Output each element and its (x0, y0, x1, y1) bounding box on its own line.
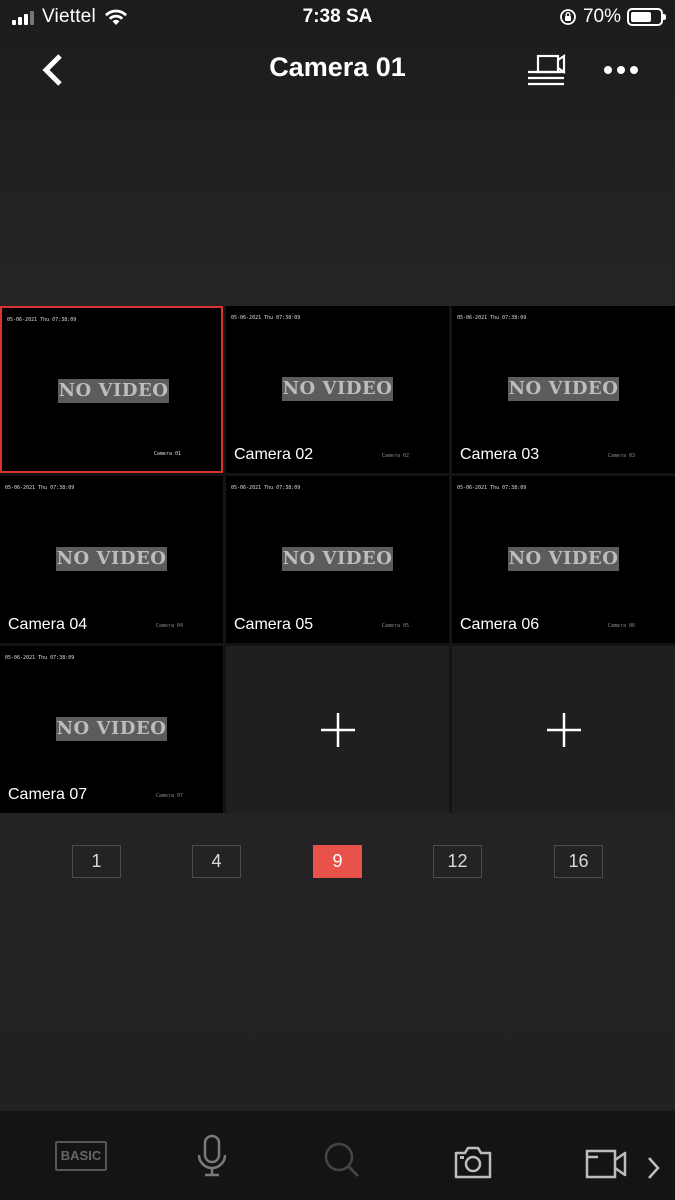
camera-icon[interactable] (453, 1137, 493, 1187)
camera-label: Camera 04 (8, 616, 88, 633)
osd-timestamp: 05-06-2021 Thu 07:38:09 (231, 315, 301, 321)
osd-timestamp: 05-06-2021 Thu 07:38:09 (457, 315, 527, 321)
no-video-label: NO VIDEO (508, 547, 619, 571)
split-selector: 1 4 9 12 16 (0, 845, 675, 879)
microphone-icon[interactable] (195, 1131, 229, 1181)
camera-tile-03[interactable]: 05-06-2021 Thu 07:38:09 NO VIDEO Camera … (452, 306, 675, 473)
camera-label: Camera 05 (234, 616, 314, 633)
osd-camera-name: Camera 02 (381, 453, 409, 459)
no-video-label: NO VIDEO (282, 377, 393, 401)
osd-timestamp: 05-06-2021 Thu 07:38:09 (7, 317, 77, 323)
camera-tile-06[interactable]: 05-06-2021 Thu 07:38:09 NO VIDEO Camera … (452, 476, 675, 643)
basic-quality-button[interactable]: BASIC (55, 1141, 107, 1171)
magnifier-icon[interactable] (322, 1135, 362, 1185)
osd-camera-name: Camera 01 (153, 451, 181, 457)
osd-timestamp: 05-06-2021 Thu 07:38:09 (5, 485, 75, 491)
osd-camera-name: Camera 05 (381, 623, 409, 629)
osd-camera-name: Camera 07 (155, 793, 183, 799)
split-option-4[interactable]: 4 (192, 845, 241, 878)
camera-label: Camera 02 (234, 446, 314, 463)
plus-icon[interactable] (320, 712, 356, 748)
header: Camera 01 (0, 40, 675, 100)
osd-camera-name: Camera 03 (607, 453, 635, 459)
osd-camera-name: Camera 06 (607, 623, 635, 629)
ellipsis-icon[interactable] (600, 52, 644, 88)
split-option-12[interactable]: 12 (433, 845, 482, 878)
battery-icon (627, 8, 666, 26)
osd-timestamp: 05-06-2021 Thu 07:38:09 (5, 655, 75, 661)
osd-timestamp: 05-06-2021 Thu 07:38:09 (457, 485, 527, 491)
camera-tile-05[interactable]: 05-06-2021 Thu 07:38:09 NO VIDEO Camera … (226, 476, 449, 643)
no-video-label: NO VIDEO (58, 379, 169, 403)
camera-tile-01[interactable]: 05-06-2021 Thu 07:38:09 NO VIDEO Camera … (0, 306, 223, 473)
osd-camera-name: Camera 04 (155, 623, 183, 629)
no-video-label: NO VIDEO (56, 547, 167, 571)
empty-slot-08[interactable] (226, 646, 449, 813)
bottom-toolbar: BASIC (0, 1111, 675, 1200)
camera-label: Camera 07 (8, 786, 88, 803)
split-option-1[interactable]: 1 (72, 845, 121, 878)
chevron-right-icon[interactable] (646, 1143, 662, 1193)
camera-tile-02[interactable]: 05-06-2021 Thu 07:38:09 NO VIDEO Camera … (226, 306, 449, 473)
camera-label: Camera 03 (460, 446, 540, 463)
empty-slot-09[interactable] (452, 646, 675, 813)
page-title: Camera 01 (269, 52, 406, 82)
no-video-label: NO VIDEO (508, 377, 619, 401)
split-option-16[interactable]: 16 (554, 845, 603, 878)
camera-tile-07[interactable]: 05-06-2021 Thu 07:38:09 NO VIDEO Camera … (0, 646, 223, 813)
plus-icon[interactable] (546, 712, 582, 748)
camera-tile-04[interactable]: 05-06-2021 Thu 07:38:09 NO VIDEO Camera … (0, 476, 223, 643)
battery-percent: 70% (582, 6, 621, 27)
osd-timestamp: 05-06-2021 Thu 07:38:09 (231, 485, 301, 491)
split-option-9[interactable]: 9 (313, 845, 362, 878)
no-video-label: NO VIDEO (56, 717, 167, 741)
status-bar: Viettel 7:38 SA 70% (0, 0, 675, 34)
no-video-label: NO VIDEO (282, 547, 393, 571)
video-record-icon[interactable] (584, 1139, 628, 1189)
orientation-lock-icon (560, 9, 576, 25)
camera-grid: 05-06-2021 Thu 07:38:09 NO VIDEO Camera … (0, 306, 675, 813)
camera-label: Camera 06 (460, 616, 540, 633)
multi-screen-icon[interactable] (524, 50, 568, 90)
